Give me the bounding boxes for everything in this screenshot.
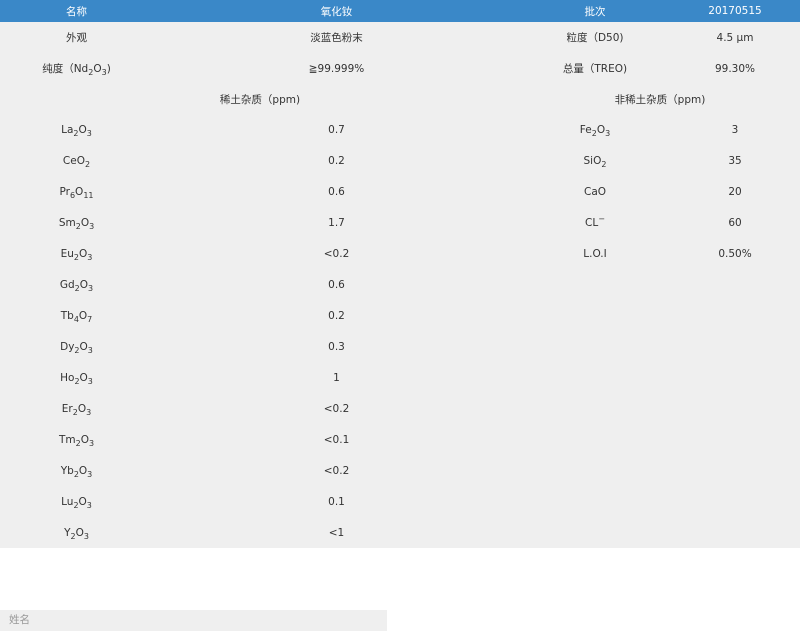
purity-row: 纯度（Nd2O3) ≧99.999% 总量（TREO) 99.30%	[0, 53, 800, 84]
re-impurity-value: 0.3	[328, 340, 345, 353]
empty-cell	[670, 300, 800, 331]
re-impurity-formula: Ho2O3	[60, 371, 93, 386]
re-impurity-value: 0.2	[328, 309, 345, 322]
nre-impurity-value: 35	[728, 154, 742, 167]
nre-impurity-value: 0.50%	[718, 247, 752, 260]
appearance-row: 外观 淡蓝色粉末 粒度（D50) 4.5 μm	[0, 22, 800, 53]
header-name: 名称	[0, 0, 153, 22]
empty-cell	[670, 517, 800, 548]
re-impurity-formula: Yb2O3	[60, 464, 93, 479]
impurity-row: Sm2O3 1.7 CL− 60	[0, 207, 800, 238]
re-impurity-value: <0.1	[323, 433, 350, 446]
impurity-row: Eu2O3 <0.2 L.O.I 0.50%	[0, 238, 800, 269]
nre-impurity-value: 60	[728, 216, 742, 229]
granularity-label: 粒度（D50)	[566, 32, 624, 44]
re-impurity-formula: Y2O3	[64, 526, 89, 541]
impurity-row: Dy2O3 0.3	[0, 331, 800, 362]
empty-cell	[670, 362, 800, 393]
nre-impurity-formula: CaO	[583, 185, 607, 198]
empty-cell	[520, 331, 670, 362]
purity-value: ≧99.999%	[308, 62, 365, 75]
re-impurity-value: 0.2	[328, 154, 345, 167]
nre-impurity-value: 3	[731, 123, 739, 136]
impurity-row: Yb2O3 <0.2	[0, 455, 800, 486]
empty-cell	[520, 486, 670, 517]
re-impurity-formula: Pr6O11	[59, 185, 94, 200]
impurity-row: Gd2O3 0.6	[0, 269, 800, 300]
nre-impurity-value: 20	[728, 185, 742, 198]
re-impurity-value: 0.1	[328, 495, 345, 508]
re-impurity-formula: Gd2O3	[59, 278, 94, 293]
empty-cell	[520, 517, 670, 548]
spec-table: 名称 氧化钕 批次 20170515 外观 淡蓝色粉末 粒度（D50) 4.5 …	[0, 0, 800, 548]
appearance-label: 外观	[66, 32, 87, 44]
impurity-row: CeO2 0.2 SiO2 35	[0, 145, 800, 176]
impurity-row: Ho2O3 1	[0, 362, 800, 393]
re-impurity-value: 1	[333, 371, 340, 384]
re-impurity-value: <1	[328, 526, 345, 539]
re-impurity-value: 1.7	[328, 216, 345, 229]
empty-cell	[520, 269, 670, 300]
non-rare-earth-section-title: 非稀土杂质（ppm)	[614, 93, 706, 106]
empty-cell	[520, 300, 670, 331]
section-title-row: 稀土杂质（ppm) 非稀土杂质（ppm)	[0, 84, 800, 114]
empty-cell	[520, 455, 670, 486]
re-impurity-value: <0.2	[323, 402, 350, 415]
nre-impurity-formula: L.O.I	[583, 247, 607, 260]
nre-impurity-formula: CL−	[585, 214, 605, 229]
re-impurity-formula: Eu2O3	[60, 247, 93, 262]
empty-cell	[670, 455, 800, 486]
header-batch-value: 20170515	[670, 0, 800, 22]
purity-label: 纯度（Nd2O3)	[42, 63, 111, 78]
impurity-row: Pr6O11 0.6 CaO 20	[0, 176, 800, 207]
re-impurity-value: 0.7	[328, 123, 345, 136]
header-product: 氧化钕	[153, 0, 520, 22]
nre-impurity-formula: Fe2O3	[579, 123, 611, 138]
re-impurity-value: 0.6	[328, 278, 345, 291]
empty-cell	[520, 424, 670, 455]
re-impurity-formula: CeO2	[62, 154, 91, 169]
re-impurity-value: <0.2	[323, 464, 350, 477]
re-impurity-value: 0.6	[328, 185, 345, 198]
impurity-row: Tb4O7 0.2	[0, 300, 800, 331]
re-impurity-formula: Lu2O3	[61, 495, 92, 510]
treo-value: 99.30%	[714, 62, 756, 75]
empty-cell	[670, 331, 800, 362]
header-batch-label: 批次	[520, 0, 670, 22]
empty-cell	[670, 269, 800, 300]
re-impurity-formula: Er2O3	[61, 402, 92, 417]
rare-earth-section-title: 稀土杂质（ppm)	[219, 93, 301, 106]
empty-cell	[520, 393, 670, 424]
re-impurity-formula: Tm2O3	[58, 433, 95, 448]
name-input[interactable]: 姓名	[0, 610, 387, 631]
re-impurity-formula: Tb4O7	[60, 309, 93, 324]
impurity-row: Er2O3 <0.2	[0, 393, 800, 424]
impurity-row: Tm2O3 <0.1	[0, 424, 800, 455]
treo-label: 总量（TREO)	[562, 63, 628, 75]
re-impurity-formula: Dy2O3	[60, 340, 93, 355]
appearance-value: 淡蓝色粉末	[310, 32, 363, 44]
nre-impurity-formula: SiO2	[583, 154, 607, 169]
empty-cell	[670, 393, 800, 424]
impurity-row: Y2O3 <1	[0, 517, 800, 548]
empty-cell	[520, 362, 670, 393]
re-impurity-formula: Sm2O3	[58, 216, 95, 231]
impurity-row: La2O3 0.7 Fe2O3 3	[0, 114, 800, 145]
re-impurity-value: <0.2	[323, 247, 350, 260]
empty-cell	[670, 424, 800, 455]
granularity-value: 4.5 μm	[716, 31, 754, 44]
re-impurity-formula: La2O3	[61, 123, 92, 138]
empty-cell	[670, 486, 800, 517]
impurity-row: Lu2O3 0.1	[0, 486, 800, 517]
header-row: 名称 氧化钕 批次 20170515	[0, 0, 800, 22]
